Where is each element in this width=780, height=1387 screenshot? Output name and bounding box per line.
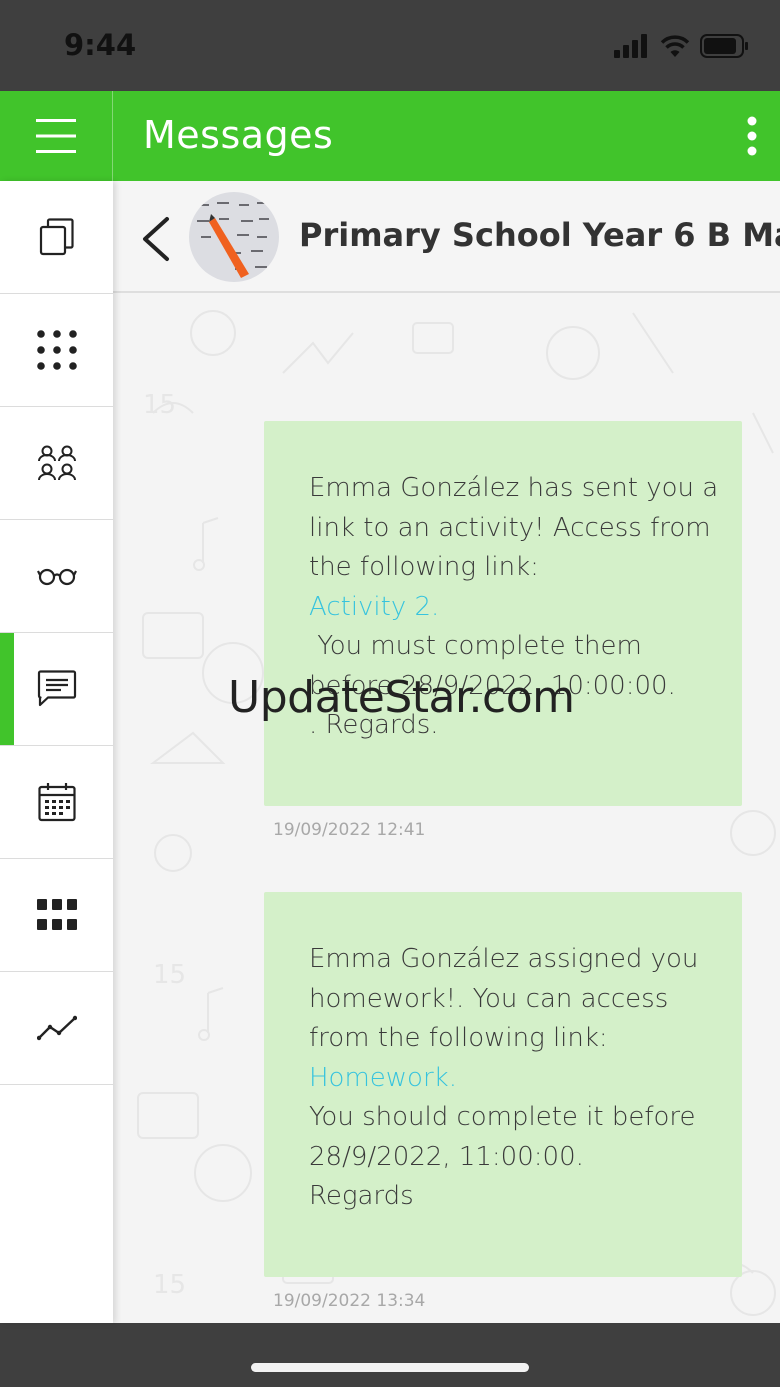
svg-text:15: 15 bbox=[153, 960, 186, 990]
message-text-line: the following link: bbox=[309, 552, 539, 582]
glasses-icon bbox=[36, 568, 77, 586]
message-text-line: You should complete it before bbox=[309, 1102, 696, 1132]
message-text-line: from the following link: bbox=[309, 1023, 608, 1053]
chat-header: Primary School Year 6 B Math bbox=[113, 181, 780, 293]
message-text-line: Emma González has sent you a bbox=[309, 473, 719, 503]
message-timestamp: 19/09/2022 12:41 bbox=[273, 820, 426, 840]
status-time: 9:44 bbox=[64, 28, 137, 62]
copy-icon bbox=[39, 218, 74, 256]
message-text-line: You must complete them bbox=[309, 631, 642, 661]
back-arrow-icon[interactable] bbox=[137, 215, 177, 263]
message-text-line: homework!. You can access bbox=[309, 983, 669, 1014]
message-text-line: 28/9/2022, 11:00:00. bbox=[309, 1141, 584, 1172]
status-bar: 9:44 bbox=[0, 0, 780, 91]
sidebar-item-people[interactable] bbox=[0, 407, 113, 520]
watermark: UpdateStar.com bbox=[228, 672, 575, 723]
sidebar-item-statistics[interactable] bbox=[0, 972, 113, 1085]
message-text-line: Regards bbox=[309, 1181, 414, 1211]
message-bubble: Emma González assigned you homework!. Yo… bbox=[264, 892, 742, 1277]
sidebar-item-dashboard[interactable] bbox=[0, 294, 113, 407]
chat-icon bbox=[37, 670, 76, 707]
pencil-worksheet-icon bbox=[189, 192, 279, 282]
dots-grid-icon bbox=[36, 330, 77, 370]
calendar-icon bbox=[37, 783, 76, 822]
message-text-line: link to an activity! Access from bbox=[309, 512, 711, 543]
more-vertical-icon bbox=[747, 116, 757, 156]
svg-text:15: 15 bbox=[153, 1270, 186, 1300]
chat-area: 15 15 15 Primary School Year 6 B M Emma … bbox=[113, 181, 780, 1323]
apps-grid-icon bbox=[36, 899, 77, 930]
app-bar: Messages bbox=[0, 91, 780, 181]
sidebar-item-calendar[interactable] bbox=[0, 746, 113, 859]
wifi-icon bbox=[660, 35, 690, 57]
status-icons bbox=[614, 34, 750, 58]
page-title: Messages bbox=[143, 113, 334, 157]
sidebar-item-documents[interactable] bbox=[0, 181, 113, 294]
homework-link[interactable]: Homework. bbox=[309, 1059, 722, 1099]
message-bubble: Emma González has sent you a link to an … bbox=[264, 421, 742, 806]
hamburger-menu-icon bbox=[36, 119, 76, 153]
svg-text:15: 15 bbox=[143, 390, 176, 420]
trend-line-icon bbox=[36, 1015, 77, 1041]
message-timestamp: 19/09/2022 13:34 bbox=[273, 1291, 426, 1311]
menu-button[interactable] bbox=[0, 91, 113, 181]
activity-link[interactable]: Activity 2. bbox=[309, 588, 722, 628]
chat-title: Primary School Year 6 B Math bbox=[299, 216, 780, 254]
sidebar-item-messages[interactable] bbox=[0, 633, 113, 746]
more-options-button[interactable] bbox=[734, 106, 770, 166]
sidebar-item-apps[interactable] bbox=[0, 859, 113, 972]
home-bar bbox=[0, 1323, 780, 1387]
people-icon bbox=[37, 445, 76, 481]
battery-icon bbox=[700, 34, 748, 58]
sidebar-item-observation[interactable] bbox=[0, 520, 113, 633]
home-indicator[interactable] bbox=[251, 1363, 529, 1372]
message-text-line: Emma González assigned you bbox=[309, 944, 699, 974]
sidebar bbox=[0, 181, 113, 1323]
group-avatar[interactable] bbox=[189, 192, 279, 282]
signal-icon bbox=[614, 34, 647, 58]
